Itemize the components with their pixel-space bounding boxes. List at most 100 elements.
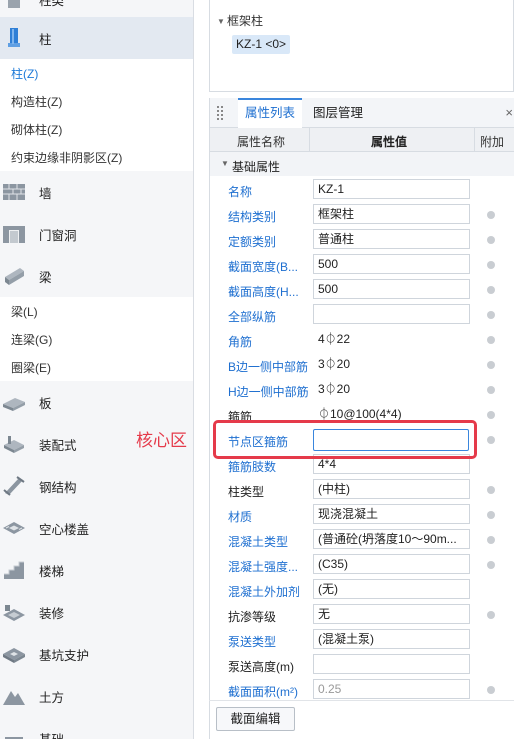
sidebar-item-door-window[interactable]: 门窗洞 (0, 213, 193, 255)
property-value-field[interactable] (313, 304, 470, 324)
property-value-field[interactable]: (C35) (313, 554, 470, 574)
property-row[interactable]: 泵送类型 (混凝土泵) (210, 627, 514, 652)
extra-dot-icon[interactable] (487, 511, 495, 519)
property-value-field[interactable]: (混凝土泵) (313, 629, 470, 649)
sidebar-subitem-ring-beam[interactable]: 圈梁(E) (11, 360, 51, 376)
property-row[interactable]: 柱类型 (中柱) (210, 477, 514, 502)
property-value-field[interactable]: 无 (313, 604, 470, 624)
property-table-header: 属性名称 属性值 附加 (210, 128, 514, 152)
close-icon[interactable]: × (505, 105, 513, 120)
property-name: 混凝土外加剂 (228, 585, 301, 599)
property-row[interactable]: 名称 KZ-1 (210, 177, 514, 202)
door-window-icon (1, 221, 27, 247)
extra-dot-icon[interactable] (487, 336, 495, 344)
sidebar-item-steel[interactable]: 钢结构 (0, 465, 193, 507)
extra-dot-icon[interactable] (487, 311, 495, 319)
sidebar-item-hollow-floor[interactable]: 空心楼盖 (0, 507, 193, 549)
sidebar-subitem-link-beam[interactable]: 连梁(G) (11, 332, 52, 348)
sidebar-subitem-beam-l[interactable]: 梁(L) (11, 304, 38, 320)
extra-dot-icon[interactable] (487, 286, 495, 294)
tab-property-list[interactable]: 属性列表 (238, 98, 303, 128)
tree-expand-icon[interactable]: ▼ (217, 17, 225, 26)
property-name: 泵送类型 (228, 635, 277, 649)
property-row[interactable]: 抗渗等级 无 (210, 602, 514, 627)
panel-footer-divider (209, 700, 514, 701)
sidebar-item-column[interactable]: 柱 (0, 17, 193, 59)
property-name: 结构类别 (228, 210, 277, 224)
extra-dot-icon[interactable] (487, 236, 495, 244)
property-name: B边一侧中部筋 (228, 360, 309, 374)
section-edit-button[interactable]: 截面编辑 (216, 707, 295, 731)
tab-layer-management[interactable]: 图层管理 (306, 98, 370, 128)
property-row[interactable]: 材质 现浇混凝土 (210, 502, 514, 527)
property-row[interactable]: 泵送高度(m) (210, 652, 514, 677)
sidebar-item-foundation[interactable]: 基础 (0, 717, 193, 739)
extra-dot-icon[interactable] (487, 261, 495, 269)
property-row[interactable]: 截面面积(m²) 0.25 (210, 677, 514, 702)
extra-dot-icon[interactable] (487, 386, 495, 394)
property-value-field[interactable]: 现浇混凝土 (313, 504, 470, 524)
property-row[interactable]: 全部纵筋 (210, 302, 514, 327)
sidebar-item-earthwork[interactable]: 土方 (0, 675, 193, 717)
property-row[interactable]: 角筋 4⏀22 (210, 327, 514, 352)
property-value-field[interactable]: 3⏀20 (313, 354, 470, 374)
property-group-basic[interactable]: ▼ 基础属性 (210, 152, 514, 176)
property-name: 定额类别 (228, 235, 277, 249)
sidebar-subitem-edge-zone[interactable]: 约束边缘非阴影区(Z) (11, 150, 122, 166)
property-row[interactable]: B边一侧中部筋 3⏀20 (210, 352, 514, 377)
sidebar-item-slab[interactable]: 板 (0, 381, 193, 423)
property-value-field[interactable] (313, 654, 470, 674)
sidebar-subitem-masonry-column[interactable]: 砌体柱(Z) (11, 122, 62, 138)
beam-icon (1, 263, 27, 289)
sidebar-item-decoration[interactable]: 装修 (0, 591, 193, 633)
tree-item-kz1[interactable]: KZ-1 <0> (232, 35, 291, 54)
drag-grip-icon[interactable] (217, 106, 225, 120)
component-tree: ▼ 框架柱 KZ-1 <0> (209, 0, 514, 92)
sidebar-subitem-construct-column[interactable]: 构造柱(Z) (11, 94, 62, 110)
extra-dot-icon[interactable] (487, 561, 495, 569)
extra-dot-icon[interactable] (487, 611, 495, 619)
property-value-field[interactable]: 普通柱 (313, 229, 470, 249)
extra-dot-icon[interactable] (487, 536, 495, 544)
property-row[interactable]: 结构类别 框架柱 (210, 202, 514, 227)
property-value-field[interactable]: (中柱) (313, 479, 470, 499)
property-row[interactable]: 定额类别 普通柱 (210, 227, 514, 252)
extra-dot-icon[interactable] (487, 361, 495, 369)
sidebar-item-label: 装修 (39, 606, 65, 621)
property-value-field[interactable]: 4⏀22 (313, 329, 470, 349)
property-row[interactable]: 截面高度(H... 500 (210, 277, 514, 302)
extra-dot-icon[interactable] (487, 686, 495, 694)
extra-dot-icon[interactable] (487, 411, 495, 419)
property-value-field[interactable]: 500 (313, 279, 470, 299)
sidebar-item-beam[interactable]: 梁 (0, 255, 193, 297)
slab-icon (1, 389, 27, 415)
property-row[interactable]: 混凝土外加剂 (无) (210, 577, 514, 602)
collapse-arrow-icon[interactable]: ▼ (221, 159, 229, 168)
property-value-field[interactable]: (普通砼(坍落度10～90m... (313, 529, 470, 549)
property-value-field[interactable]: 框架柱 (313, 204, 470, 224)
sidebar-item-label: 墙 (39, 186, 52, 201)
decoration-icon (1, 599, 27, 625)
sidebar-subitem-column-z[interactable]: 柱(Z) (11, 66, 38, 82)
sidebar-item-wall[interactable]: 墙 (0, 171, 193, 213)
property-row[interactable]: H边一侧中部筋 3⏀20 (210, 377, 514, 402)
property-value-field[interactable]: 0.25 (313, 679, 470, 699)
property-value-field[interactable]: 500 (313, 254, 470, 274)
property-row[interactable]: 混凝土强度... (C35) (210, 552, 514, 577)
extra-dot-icon[interactable] (487, 211, 495, 219)
sidebar-item-pit-support[interactable]: 基坑支护 (0, 633, 193, 675)
property-name: 泵送高度(m) (228, 660, 294, 674)
steel-icon (1, 473, 27, 499)
column-header-value: 属性值 (371, 135, 408, 149)
property-value-field[interactable]: 3⏀20 (313, 379, 470, 399)
extra-dot-icon[interactable] (487, 436, 495, 444)
tree-node-frame-column[interactable]: 框架柱 (227, 12, 263, 29)
property-row[interactable]: 截面宽度(B... 500 (210, 252, 514, 277)
property-name: 箍筋肢数 (228, 460, 277, 474)
extra-dot-icon[interactable] (487, 486, 495, 494)
property-value-field[interactable]: KZ-1 (313, 179, 470, 199)
sidebar-item-stairs[interactable]: 楼梯 (0, 549, 193, 591)
hollow-floor-icon (1, 515, 27, 541)
property-row[interactable]: 混凝土类型 (普通砼(坍落度10～90m... (210, 527, 514, 552)
property-value-field[interactable]: (无) (313, 579, 470, 599)
